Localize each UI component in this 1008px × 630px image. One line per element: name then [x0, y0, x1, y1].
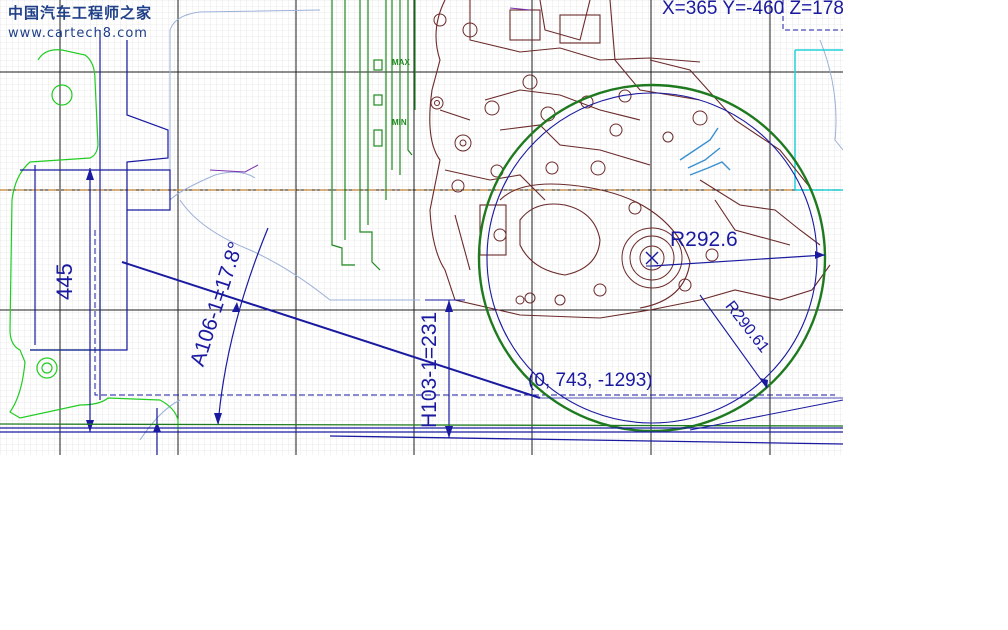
dimension-point: (0, 743, -1293): [528, 370, 653, 391]
watermark: 中国汽车工程师之家 www.cartech8.com: [8, 4, 153, 41]
dimension-height: H103-1=231: [418, 311, 441, 428]
cad-viewport[interactable]: 中国汽车工程师之家 www.cartech8.com X=365 Y=-460 …: [0, 0, 843, 455]
dimension-445: 445: [52, 263, 77, 300]
watermark-site-name: 中国汽车工程师之家: [8, 4, 153, 22]
watermark-url: www.cartech8.com: [8, 26, 148, 41]
blank-area: [0, 455, 1008, 630]
label-max: MAX: [392, 58, 410, 67]
coordinate-readout: X=365 Y=-460 Z=178: [662, 0, 843, 19]
label-min: MIN: [392, 118, 407, 127]
dimension-radius-large: R292.6: [670, 228, 738, 251]
